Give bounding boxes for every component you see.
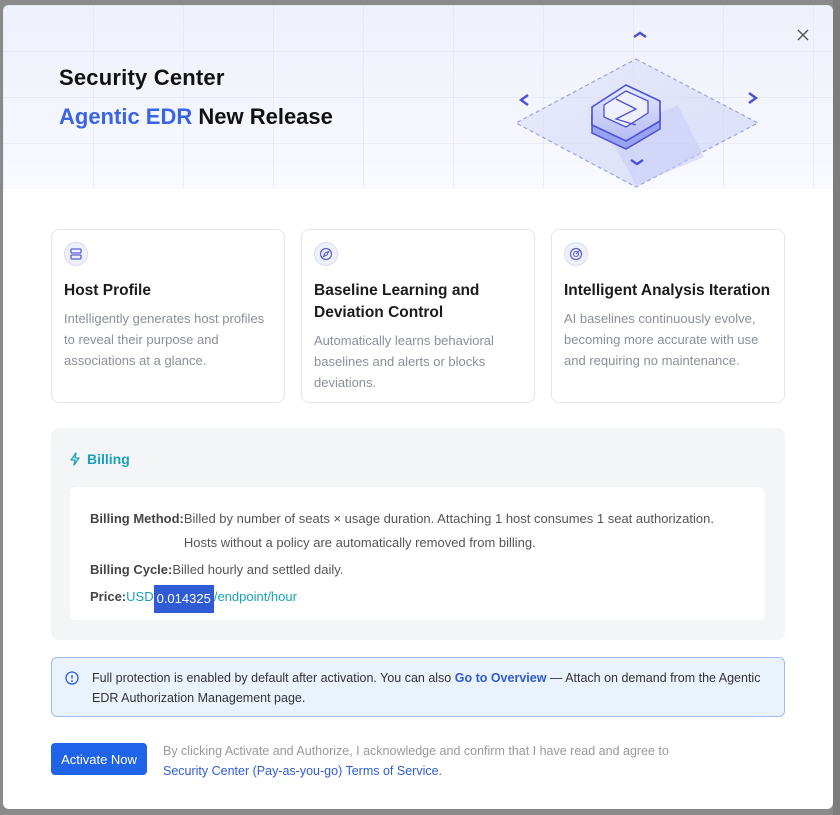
billing-heading-label: Billing: [87, 451, 130, 467]
feature-desc: AI baselines continuously evolve, becomi…: [564, 311, 759, 368]
info-icon: [65, 671, 79, 685]
price-currency: USD: [126, 589, 154, 604]
activate-now-button[interactable]: Activate Now: [51, 743, 147, 775]
subtitle-accent: Agentic EDR: [59, 104, 193, 129]
feature-title: Host Profile: [64, 282, 151, 299]
feature-title: Intelligent Analysis Iteration: [564, 282, 771, 299]
close-icon: [797, 29, 809, 41]
billing-cycle-label: Billing Cycle:: [90, 562, 173, 577]
billing-details: Billing Method: Billed by number of seat…: [70, 487, 765, 620]
compass-icon: [314, 242, 338, 266]
billing-method-value: Billed by number of seats × usage durati…: [184, 507, 714, 555]
billing-method-label: Billing Method:: [90, 511, 184, 526]
billing-price-row: Price: USD 0.014325/endpoint/hour: [90, 585, 745, 613]
billing-panel: Billing Billing Method: Billed by number…: [51, 428, 785, 640]
feature-card-host-profile: Host Profile Intelligently generates hos…: [51, 229, 285, 403]
modal-title: Security Center: [59, 65, 225, 90]
background-page: [833, 0, 840, 815]
feature-cards: Host Profile Intelligently generates hos…: [51, 229, 785, 403]
terms-agreement: By clicking Activate and Authorize, I ac…: [163, 741, 723, 781]
billing-method-line-2: Hosts without a policy are automatically…: [183, 535, 536, 550]
close-button[interactable]: [793, 25, 813, 45]
hero-banner: Security Center Agentic EDR New Release: [3, 5, 833, 189]
billing-heading: Billing: [69, 451, 130, 467]
shield-illustration-icon: [514, 31, 760, 188]
price-unit: /endpoint/hour: [213, 589, 297, 604]
modal-subtitle: Agentic EDR New Release: [59, 104, 333, 130]
subtitle-rest: New Release: [192, 104, 333, 129]
feature-title: Baseline Learning and Deviation Control: [314, 282, 480, 321]
lightning-icon: [70, 452, 80, 466]
radar-icon: [564, 242, 588, 266]
billing-cycle-row: Billing Cycle: Billed hourly and settled…: [90, 558, 745, 582]
feature-desc: Intelligently generates host profiles to…: [64, 311, 265, 368]
terms-of-service-link[interactable]: Security Center (Pay-as-you-go) Terms of…: [163, 764, 442, 778]
terms-text: By clicking Activate and Authorize, I ac…: [163, 744, 669, 758]
go-to-overview-link[interactable]: Go to Overview: [455, 671, 547, 685]
activation-notice: Full protection is enabled by default af…: [51, 657, 785, 717]
billing-cycle-value: Billed hourly and settled daily.: [172, 562, 344, 577]
feature-card-analysis: Intelligent Analysis Iteration AI baseli…: [551, 229, 785, 403]
feature-card-baseline: Baseline Learning and Deviation Control …: [301, 229, 535, 403]
release-modal: Security Center Agentic EDR New Release: [3, 5, 833, 809]
billing-method-line-1: Billed by number of seats × usage durati…: [183, 511, 714, 526]
price-label: Price:: [90, 589, 127, 604]
billing-method-row: Billing Method: Billed by number of seat…: [90, 507, 745, 555]
server-stack-icon: [64, 242, 88, 266]
notice-text-before: Full protection is enabled by default af…: [92, 671, 455, 685]
price-value[interactable]: 0.014325: [153, 585, 214, 613]
feature-desc: Automatically learns behavioral baseline…: [314, 333, 494, 390]
